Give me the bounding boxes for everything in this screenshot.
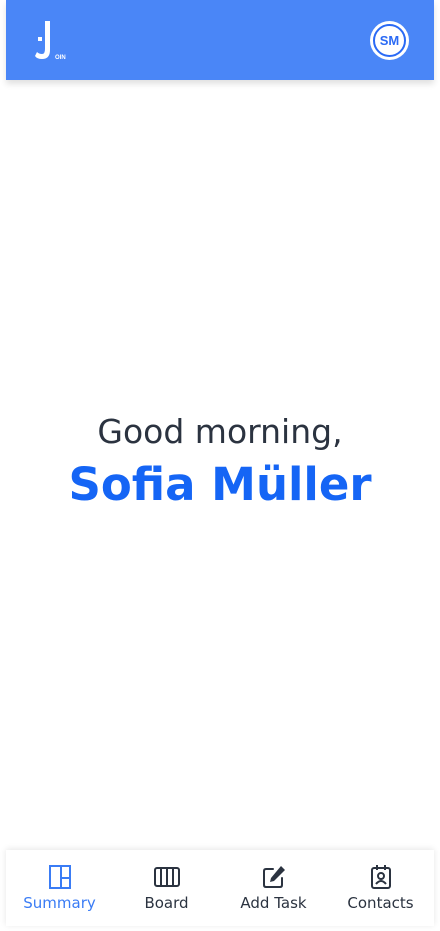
nav-item-board[interactable]: Board: [113, 850, 220, 926]
user-avatar[interactable]: SM: [370, 21, 409, 60]
nav-item-summary[interactable]: Summary: [6, 850, 113, 926]
summary-icon: [48, 865, 71, 889]
nav-label-contacts: Contacts: [347, 894, 414, 912]
top-header: OIN SM: [6, 0, 434, 80]
add-task-icon: [262, 866, 285, 888]
greeting-block: Good morning, Sofia Müller: [0, 410, 440, 514]
logo-subtext: OIN: [55, 55, 66, 61]
nav-item-add-task[interactable]: Add Task: [220, 850, 327, 926]
bottom-navigation: Summary Board Add Task Contacts: [6, 850, 434, 926]
nav-item-contacts[interactable]: Contacts: [327, 850, 434, 926]
nav-label-add-task: Add Task: [240, 894, 307, 912]
user-name: Sofia Müller: [68, 458, 372, 511]
greeting-text: Good morning,: [97, 412, 343, 451]
contacts-icon: [370, 865, 391, 889]
nav-label-board: Board: [144, 894, 189, 912]
board-icon: [153, 867, 180, 887]
join-logo-icon[interactable]: OIN: [32, 19, 72, 63]
avatar-initials: SM: [373, 24, 406, 57]
nav-label-summary: Summary: [23, 894, 96, 912]
